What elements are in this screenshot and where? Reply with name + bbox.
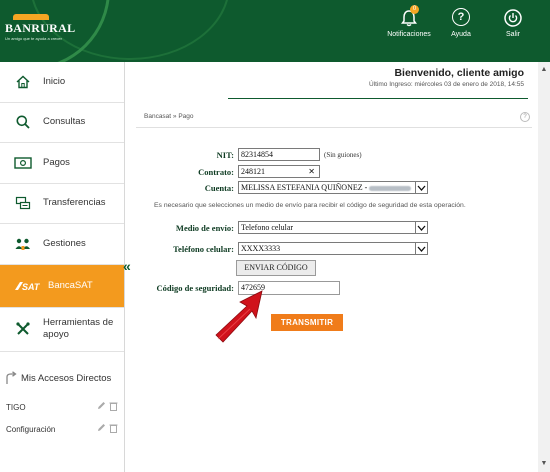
- transfer-icon: [14, 194, 32, 212]
- help-icon: ?: [452, 8, 470, 26]
- medio-envio-select[interactable]: Telefono celular: [238, 221, 428, 234]
- banrural-logo[interactable]: BANRURAL Un amigo que te ayuda a crecer: [5, 14, 75, 41]
- chevron-down-icon: [415, 243, 427, 254]
- logo-name: BANRURAL: [5, 21, 76, 35]
- nit-note: (Sin guiones): [324, 150, 362, 159]
- shortcut-item-configuracion[interactable]: Configuración: [6, 422, 118, 436]
- scroll-down-icon[interactable]: ▼: [540, 460, 548, 468]
- edit-icon[interactable]: [97, 423, 106, 435]
- chevron-down-icon: [415, 182, 427, 193]
- edit-icon[interactable]: [97, 401, 106, 413]
- sat-logo-text: SAT: [22, 282, 41, 292]
- shortcut-label: TIGO: [6, 402, 26, 412]
- main-content: Bienvenido, cliente amigo Último Ingreso…: [126, 62, 538, 472]
- welcome-message: Bienvenido, cliente amigo: [394, 67, 524, 79]
- sidebar-item-label: Inicio: [43, 75, 66, 87]
- page-help-icon[interactable]: ?: [520, 112, 530, 122]
- top-header: BANRURAL Un amigo que te ayuda a crecer …: [0, 0, 550, 62]
- send-code-button[interactable]: ENVIAR CÓDIGO: [236, 260, 316, 276]
- telefono-value: XXXX3333: [241, 244, 281, 253]
- cuenta-label: Cuenta:: [204, 182, 234, 193]
- shortcuts-panel: Mis Accesos Directos TIGO Configuración: [0, 360, 125, 472]
- sidebar-item-inicio[interactable]: Inicio: [0, 62, 124, 103]
- sidebar-item-label: Pagos: [43, 156, 70, 168]
- home-icon: [14, 73, 32, 91]
- sidebar-item-gestiones[interactable]: Gestiones: [0, 224, 124, 265]
- sidebar-item-bancasat[interactable]: SAT BancaSAT: [0, 264, 124, 308]
- shortcut-label: Configuración: [6, 424, 56, 434]
- sidebar-item-label: Gestiones: [43, 237, 86, 249]
- trash-icon[interactable]: [109, 423, 118, 435]
- clear-icon[interactable]: ✕: [308, 166, 315, 177]
- sidebar-item-transferencias[interactable]: Transferencias: [0, 184, 124, 224]
- welcome-block: Bienvenido, cliente amigo Último Ingreso…: [224, 67, 528, 99]
- telefono-select[interactable]: XXXX3333: [238, 242, 428, 255]
- breadcrumb[interactable]: Bancasat » Pago: [144, 113, 194, 120]
- sidebar-item-herramientas[interactable]: Herramientas de apoyo: [0, 308, 124, 352]
- sidebar-item-label: BancaSAT: [48, 279, 93, 291]
- redacted-account: [369, 185, 412, 191]
- nit-input[interactable]: 82314854: [238, 148, 320, 161]
- cash-icon: [14, 154, 32, 172]
- cuenta-value: MELISSA ESTEFANIA QUIÑONEZ -: [241, 183, 368, 192]
- trash-icon[interactable]: [109, 401, 118, 413]
- medio-envio-label: Medio de envío:: [175, 222, 234, 233]
- people-icon: [14, 235, 32, 253]
- shortcut-item-tigo[interactable]: TIGO: [6, 400, 118, 414]
- logout-label: Salir: [505, 31, 520, 38]
- transmit-button[interactable]: TRANSMITIR: [271, 314, 343, 331]
- sidebar-item-label: Consultas: [43, 116, 86, 128]
- chevron-down-icon: [415, 222, 427, 233]
- shortcut-arrow-icon: [4, 371, 18, 385]
- search-icon: [14, 113, 32, 131]
- scroll-up-icon[interactable]: ▲: [540, 66, 548, 74]
- logout-button[interactable]: Salir: [490, 8, 536, 38]
- nit-label: NIT:: [216, 149, 234, 160]
- tools-icon: [14, 320, 32, 338]
- header-actions: 0 Notificaciones ? Ayuda Salir: [386, 5, 536, 38]
- sat-logo-icon: SAT: [14, 277, 44, 295]
- notifications-label: Notificaciones: [387, 31, 431, 38]
- scrollbar[interactable]: ▲ ▼: [538, 62, 550, 472]
- sidebar-item-label: Herramientas de apoyo: [43, 317, 114, 340]
- logo-tagline: Un amigo que te ayuda a crecer: [5, 36, 62, 41]
- help-button[interactable]: ? Ayuda: [438, 8, 484, 38]
- medio-envio-value: Telefono celular: [241, 223, 294, 232]
- divider: [136, 127, 532, 128]
- shortcuts-header: Mis Accesos Directos: [0, 360, 124, 390]
- bell-icon: 0: [399, 5, 419, 28]
- cuenta-select[interactable]: MELISSA ESTEFANIA QUIÑONEZ -: [238, 181, 428, 194]
- notifications-button[interactable]: 0 Notificaciones: [386, 5, 432, 38]
- last-login: Último Ingreso: miércoles 03 de enero de…: [368, 81, 524, 88]
- notification-count-badge: 0: [410, 5, 419, 14]
- power-icon: [503, 8, 523, 28]
- shortcuts-title: Mis Accesos Directos: [21, 372, 112, 384]
- contrato-label: Contrato:: [198, 166, 234, 177]
- telefono-label: Teléfono celular:: [173, 243, 234, 254]
- contrato-value: 248121: [241, 167, 265, 176]
- welcome-divider: [228, 98, 528, 99]
- logo-mark-icon: [13, 14, 49, 20]
- sidebar: Inicio Consultas Pagos Transferencias Ge…: [0, 62, 125, 360]
- help-icon-wrap: ?: [451, 8, 471, 28]
- sidebar-item-pagos[interactable]: Pagos: [0, 143, 124, 184]
- red-arrow-pointer-icon: [210, 289, 266, 352]
- info-message: Es necesario que selecciones un medio de…: [154, 202, 466, 209]
- contrato-input[interactable]: 248121 ✕: [238, 165, 320, 178]
- sidebar-item-consultas[interactable]: Consultas: [0, 103, 124, 143]
- sidebar-item-label: Transferencias: [43, 197, 106, 209]
- help-label: Ayuda: [451, 31, 471, 38]
